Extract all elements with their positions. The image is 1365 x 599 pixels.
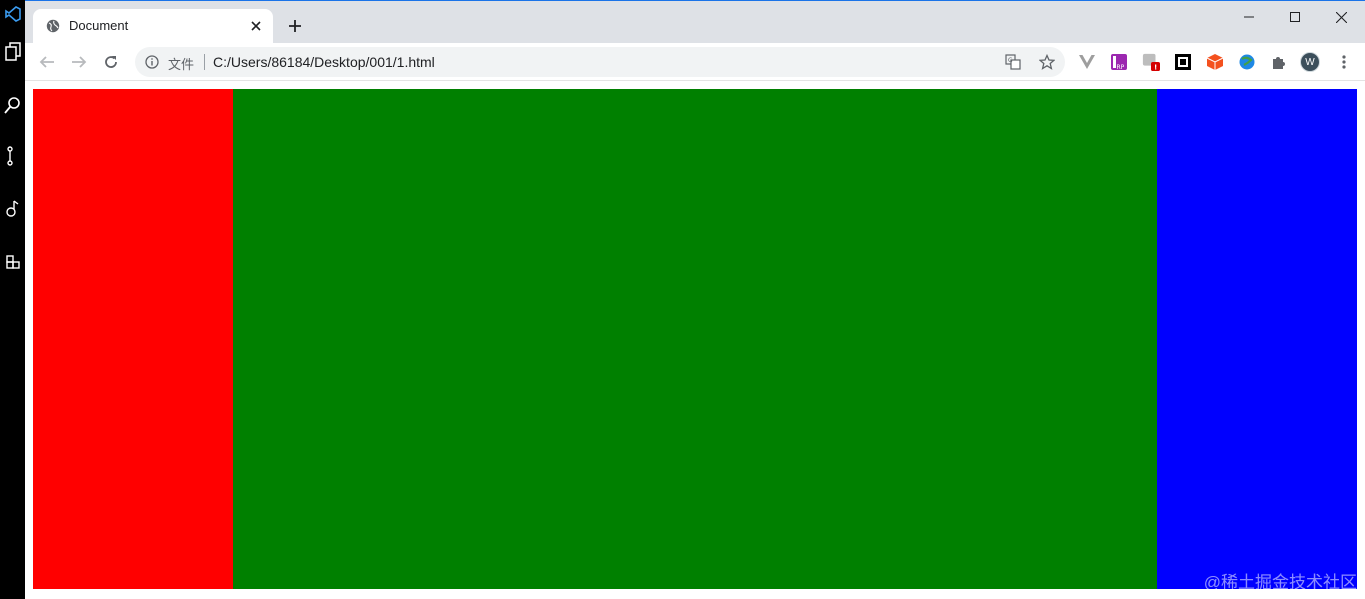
qr-code-icon[interactable] [1174, 53, 1192, 71]
source-control-icon[interactable] [3, 146, 23, 166]
globe-icon [46, 19, 60, 33]
forward-button[interactable] [67, 50, 91, 74]
bookmark-star-icon[interactable] [1039, 54, 1055, 70]
translate-icon[interactable]: G [1005, 54, 1021, 70]
tab-document[interactable]: Document [33, 9, 273, 43]
browser-window: Document 文件 C:/Users/86184/Desktop/001/1… [25, 0, 1365, 599]
info-icon[interactable] [145, 55, 159, 69]
box-extension-icon[interactable] [1206, 53, 1224, 71]
axure-rp-label: RP [1117, 64, 1125, 71]
debug-icon[interactable] [3, 199, 23, 219]
extensions-icon[interactable] [3, 252, 23, 272]
vscode-activity-bar [0, 0, 25, 599]
extensions-puzzle-icon[interactable] [1270, 53, 1288, 71]
reload-button[interactable] [99, 50, 123, 74]
edge-globe-icon[interactable] [1238, 53, 1256, 71]
right-column [1157, 89, 1357, 589]
search-icon[interactable] [3, 95, 23, 115]
address-bar[interactable]: 文件 C:/Users/86184/Desktop/001/1.html G [135, 47, 1065, 77]
screen: Document 文件 C:/Users/86184/Desktop/001/1… [0, 0, 1365, 599]
scheme-label: 文件 [168, 57, 195, 72]
vscode-logo-icon [3, 4, 23, 24]
watermark: @稀土掘金技术社区 [1203, 573, 1357, 592]
left-column [33, 89, 233, 589]
tab-title: Document [69, 18, 129, 33]
new-tab-button[interactable] [284, 15, 306, 37]
minimize-button[interactable] [1226, 5, 1272, 29]
alert-badge: ! [1154, 63, 1157, 72]
vue-devtools-icon[interactable] [1078, 53, 1096, 71]
main-column [233, 89, 1157, 589]
svg-text:G: G [1008, 57, 1013, 64]
address-separator [204, 54, 205, 70]
tab-strip: Document [25, 1, 1365, 43]
page-content [33, 89, 1357, 589]
menu-kebab-icon[interactable] [1335, 53, 1353, 71]
profile-avatar[interactable]: W [1300, 52, 1320, 72]
explorer-icon[interactable] [3, 42, 23, 62]
tab-close-icon[interactable] [247, 17, 265, 35]
browser-toolbar: 文件 C:/Users/86184/Desktop/001/1.html G R… [25, 43, 1365, 81]
back-button[interactable] [35, 50, 59, 74]
axure-rp-icon[interactable]: RP [1110, 53, 1128, 71]
url-text[interactable]: C:/Users/86184/Desktop/001/1.html [213, 54, 435, 70]
maximize-button[interactable] [1272, 5, 1318, 29]
close-window-button[interactable] [1318, 5, 1364, 29]
alert-extension-icon[interactable]: ! [1142, 53, 1160, 72]
